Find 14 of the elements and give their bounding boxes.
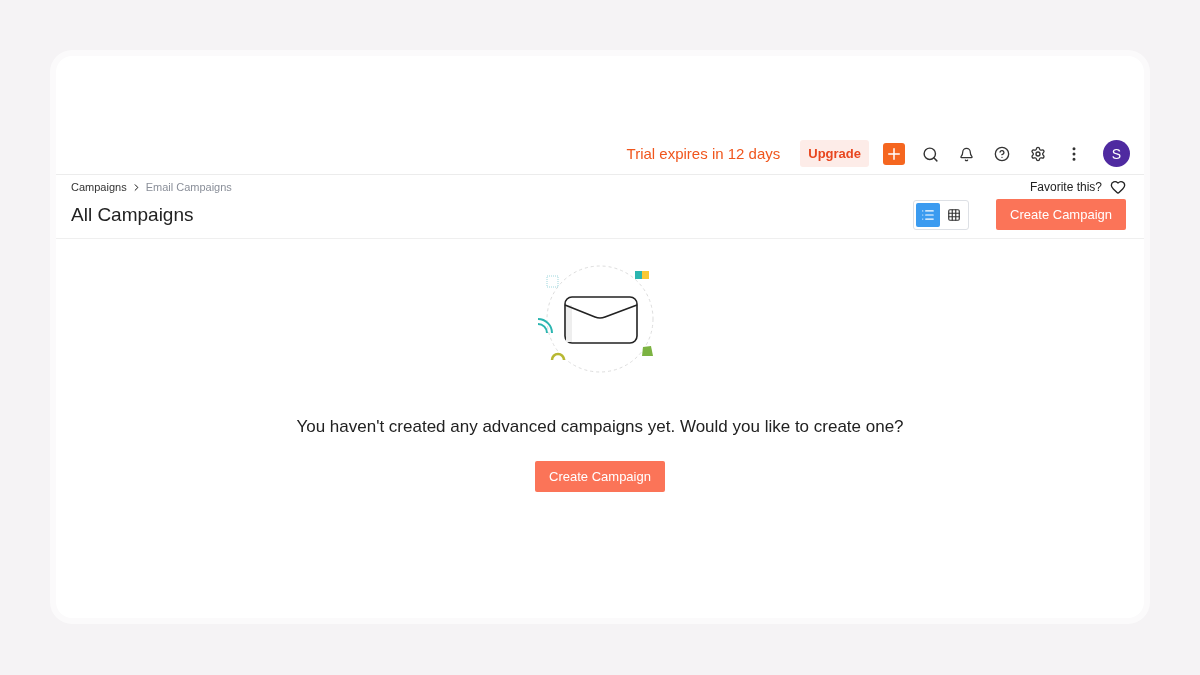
breadcrumb-link[interactable]: Campaigns <box>71 181 127 193</box>
create-campaign-button[interactable]: Create Campaign <box>996 199 1126 230</box>
trial-notice: Trial expires in 12 days <box>626 144 781 164</box>
plus-icon <box>885 145 903 163</box>
user-avatar[interactable]: S <box>1103 140 1130 167</box>
favorite-label: Favorite this? <box>1029 180 1102 194</box>
page-title: All Campaigns <box>71 203 195 226</box>
heart-icon[interactable] <box>1110 179 1126 195</box>
list-icon <box>921 207 936 222</box>
breadcrumb-link[interactable]: Email Campaigns <box>145 181 232 193</box>
create-campaign-button[interactable]: Create Campaign <box>535 461 665 492</box>
empty-state-message: You haven't created any advanced campaigns yet. Would you like to create one? <box>296 417 904 437</box>
grid-icon <box>947 207 962 222</box>
upgrade-button[interactable]: Upgrade <box>800 140 869 167</box>
